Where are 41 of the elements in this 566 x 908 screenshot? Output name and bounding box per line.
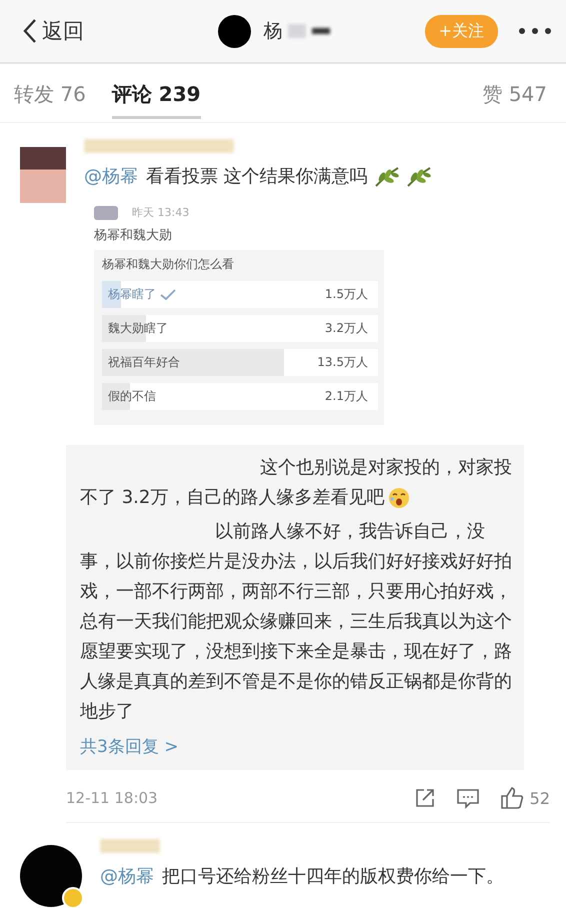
poll-option[interactable]: 假的不信 2.1万人 xyxy=(102,383,378,410)
redacted-text xyxy=(100,839,160,853)
vote-count: 13.5万人 xyxy=(317,354,368,371)
comment-text: 把口号还给粉丝十四年的版权费你给一下。 xyxy=(162,866,504,887)
avatar xyxy=(94,206,118,220)
like-button[interactable]: 52 xyxy=(500,786,550,810)
thumbs-up-icon xyxy=(500,786,524,810)
leaf-icon xyxy=(406,166,432,188)
poll-option[interactable]: 魏大勋瞎了 3.2万人 xyxy=(102,315,378,342)
avatar[interactable] xyxy=(218,14,252,48)
comment-button[interactable] xyxy=(456,787,480,809)
option-label: 祝福百年好合 xyxy=(108,354,180,371)
tab[interactable]: 评论 239 xyxy=(112,81,201,119)
option-label: 杨幂瞎了 xyxy=(108,286,156,303)
crying-face-icon xyxy=(388,487,410,510)
comment-time: 12-11 18:03 xyxy=(66,789,158,807)
post-title: 杨幂和魏大勋 xyxy=(94,227,173,244)
tab[interactable]: 赞 547 xyxy=(482,81,547,119)
tab[interactable]: 转发 76 xyxy=(14,81,86,119)
share-button[interactable] xyxy=(414,787,436,809)
option-label: 魏大勋瞎了 xyxy=(108,320,168,337)
comment-text: 看看投票 这个结果你满意吗 xyxy=(146,166,368,187)
back-button[interactable]: 返回 xyxy=(22,17,84,45)
account-name[interactable]: 杨 xyxy=(263,18,282,44)
poll-option[interactable]: 祝福百年好合 13.5万人 xyxy=(102,349,378,376)
more-icon xyxy=(518,27,552,35)
reply-text: 以前路人缘不好，我告诉自己，没事，以前你接烂片是没办法，以后我们好好接戏好好拍戏，一部不行两部，两部不行三部，只要用心拍好戏，总有一天我们能把观众缘赚回来，三生后我真以为这个愿望要实现了，没想到接下来全是暴击，现在好了，路人缘是真真的差到不管是不是你的错反正锅都是你背的地步了 xyxy=(80,520,512,724)
vote-count: 1.5万人 xyxy=(324,286,368,303)
redacted-text xyxy=(288,24,306,38)
option-label: 假的不信 xyxy=(108,388,156,405)
check-icon xyxy=(160,288,176,300)
leaf-icon xyxy=(374,166,400,188)
poll-option[interactable]: 杨幂瞎了 1.5万人 xyxy=(102,281,378,308)
vote-count: 2.1万人 xyxy=(324,388,368,405)
share-icon xyxy=(414,787,436,809)
post-time: 昨天 13:43 xyxy=(132,205,190,220)
redacted-text xyxy=(312,28,330,34)
poll-question: 杨幂和魏大勋你们怎么看 xyxy=(102,256,235,273)
comment-icon xyxy=(456,787,480,809)
reply-text: 这个也别说是对家投的，对家投不了 3.2万，自己的路人缘多差看见吧 xyxy=(80,456,512,512)
vote-count: 3.2万人 xyxy=(324,320,368,337)
